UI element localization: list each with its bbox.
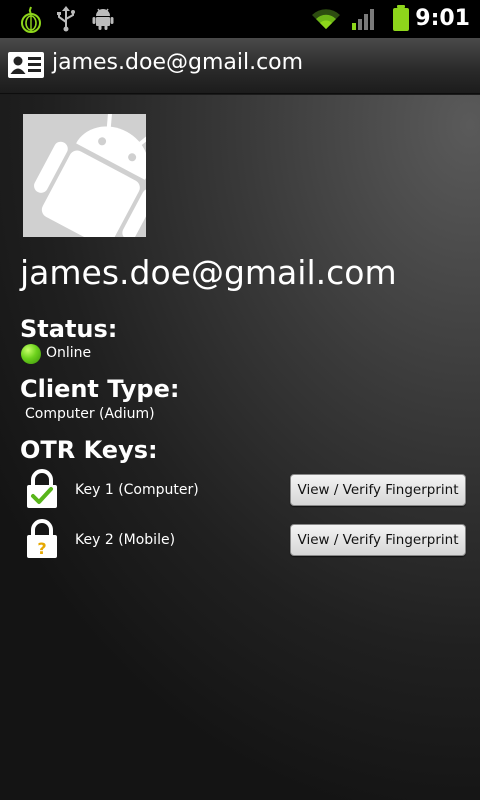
status-bar: 9:01 [0, 0, 480, 38]
otr-keys-heading: OTR Keys: [20, 436, 158, 464]
window-title: james.doe@gmail.com [52, 50, 304, 75]
otr-key-label: Key 1 (Computer) [75, 482, 199, 498]
wifi-icon [312, 9, 340, 30]
status-heading: Status: [20, 315, 118, 343]
android-debug-icon [92, 8, 114, 30]
battery-icon [393, 5, 409, 31]
contact-detail: james.doe@gmail.com Status: Online Clien… [0, 95, 480, 800]
contact-name: james.doe@gmail.com [20, 253, 397, 292]
android-robot-icon [34, 114, 146, 237]
lock-verified-icon [27, 469, 57, 508]
signal-icon [352, 9, 374, 30]
usb-icon [57, 6, 75, 32]
lock-unverified-icon: ? [27, 519, 57, 558]
verify-fingerprint-button[interactable]: View / Verify Fingerprint [290, 524, 466, 556]
clock: 9:01 [415, 6, 470, 31]
status-value: Online [46, 345, 92, 361]
otr-key-row: Key 1 (Computer) View / Verify Fingerpri… [0, 469, 480, 513]
otr-key-row: ? Key 2 (Mobile) View / Verify Fingerpri… [0, 519, 480, 563]
contact-card-icon [8, 52, 44, 78]
onion-icon [21, 6, 41, 33]
avatar[interactable] [23, 114, 146, 237]
title-bar: james.doe@gmail.com [0, 38, 480, 94]
otr-key-label: Key 2 (Mobile) [75, 532, 176, 548]
online-status-icon [21, 344, 41, 364]
verify-fingerprint-button[interactable]: View / Verify Fingerprint [290, 474, 466, 506]
client-type-value: Computer (Adium) [25, 406, 155, 422]
svg-text:?: ? [37, 539, 46, 558]
client-type-heading: Client Type: [20, 375, 180, 403]
